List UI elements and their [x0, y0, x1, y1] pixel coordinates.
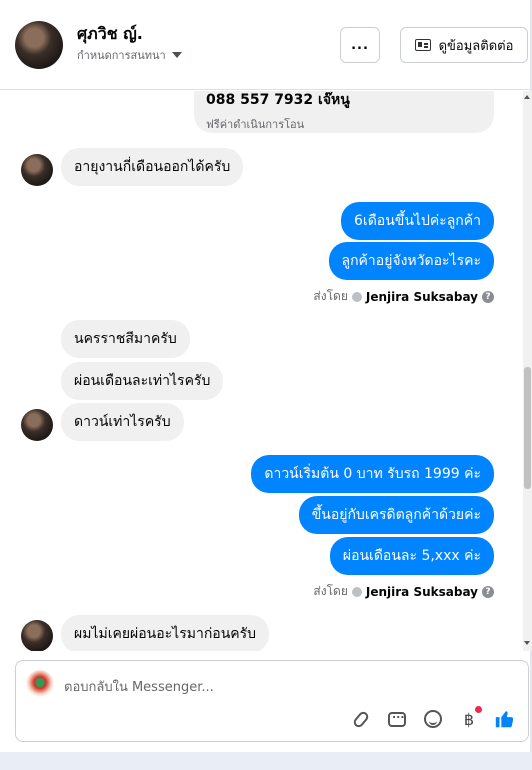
contact-name[interactable]: ศุภวิช ญ์.: [77, 22, 143, 47]
view-contact-button[interactable]: ดูข้อมูลติดต่อ: [400, 27, 528, 63]
verified-icon: [351, 291, 362, 302]
conversation-status-label: กำหนดการสนทนา: [77, 49, 166, 62]
conversation-status-dropdown[interactable]: กำหนดการสนทนา: [77, 46, 182, 64]
payment-button[interactable]: ฿: [458, 706, 482, 730]
reply-input[interactable]: ตอบกลับใน Messenger...: [64, 676, 214, 697]
saved-replies-icon: [388, 708, 406, 727]
caret-down-icon: [171, 52, 182, 58]
more-button[interactable]: ...: [340, 27, 380, 63]
card-phone: 088 557 7932 เจ๊หนู: [206, 92, 350, 108]
shared-info-card: 088 557 7932 เจ๊หนู ฟรีค่าดำเนินการโอน: [194, 91, 494, 133]
incoming-message: อายุงานกี่เดือนออกได้ครับ: [61, 148, 244, 186]
help-icon[interactable]: ?: [482, 290, 494, 303]
like-button[interactable]: [494, 708, 516, 730]
scroll-down-arrow-icon[interactable]: [524, 641, 530, 645]
notification-dot: [475, 706, 482, 713]
more-icon: ...: [351, 37, 369, 53]
emoji-icon: [424, 710, 442, 728]
sender-name: Jenjira Suksabay: [365, 289, 478, 304]
sent-by-prefix: ส่งโดย: [313, 289, 348, 303]
incoming-message: นครราชสีมาครับ: [61, 320, 190, 358]
contact-avatar[interactable]: [15, 21, 63, 69]
outgoing-message: ลูกค้าอยู่จังหวัดอะไรคะ: [328, 242, 494, 280]
payment-icon: ฿: [463, 709, 475, 729]
incoming-message: ผมไม่เคยผ่อนอะไรมาก่อนครับ: [61, 615, 270, 651]
scroll-thumb[interactable]: [524, 367, 531, 489]
contact-card-icon: [414, 39, 431, 51]
outgoing-message: ผ่อนเดือนละ 5,xxx ค่ะ: [329, 537, 494, 575]
message-thread[interactable]: 088 557 7932 เจ๊หนู ฟรีค่าดำเนินการโอน อ…: [0, 91, 522, 651]
scroll-up-arrow-icon[interactable]: [524, 95, 530, 99]
sender-avatar: [21, 620, 53, 651]
inbox-conversation: ศุภวิช ญ์. กำหนดการสนทนา ... ดูข้อมูลติด…: [0, 0, 532, 752]
conversation-header: ศุภวิช ญ์. กำหนดการสนทนา ... ดูข้อมูลติด…: [0, 0, 530, 90]
sent-by-line: ส่งโดย Jenjira Suksabay ?: [313, 287, 494, 306]
sender-avatar: [21, 154, 53, 186]
sent-by-line: ส่งโดย Jenjira Suksabay ?: [313, 582, 494, 601]
view-contact-label: ดูข้อมูลติดต่อ: [438, 38, 514, 54]
emoji-button[interactable]: [422, 708, 444, 730]
like-icon: [495, 711, 514, 728]
incoming-message: ผ่อนเดือนละเท่าไรครับ: [61, 362, 224, 400]
incoming-message: ดาวน์เท่าไรครับ: [61, 403, 184, 441]
card-note: ฟรีค่าดำเนินการโอน: [206, 118, 305, 131]
verified-icon: [351, 586, 362, 597]
page-avatar: [26, 670, 54, 698]
sender-name: Jenjira Suksabay: [365, 584, 478, 599]
outgoing-message: 6เดือนขึ้นไปค่ะลูกค้า: [341, 202, 494, 240]
outgoing-message: ดาวน์เริ่มต้น 0 บาท รับรถ 1999 ค่ะ: [251, 455, 494, 493]
outgoing-message: ขึ้นอยู่กับเครดิตลูกค้าด้วยค่ะ: [298, 496, 494, 534]
sent-by-prefix: ส่งโดย: [313, 584, 348, 598]
attach-button[interactable]: [350, 708, 372, 730]
composer-toolbar: ฿: [350, 706, 516, 730]
attach-icon: [351, 709, 371, 729]
saved-replies-button[interactable]: [386, 708, 408, 730]
reply-composer: ตอบกลับใน Messenger... ฿: [15, 660, 529, 742]
thread-scrollbar[interactable]: [523, 91, 532, 651]
help-icon[interactable]: ?: [482, 585, 494, 598]
sender-avatar: [21, 409, 53, 441]
